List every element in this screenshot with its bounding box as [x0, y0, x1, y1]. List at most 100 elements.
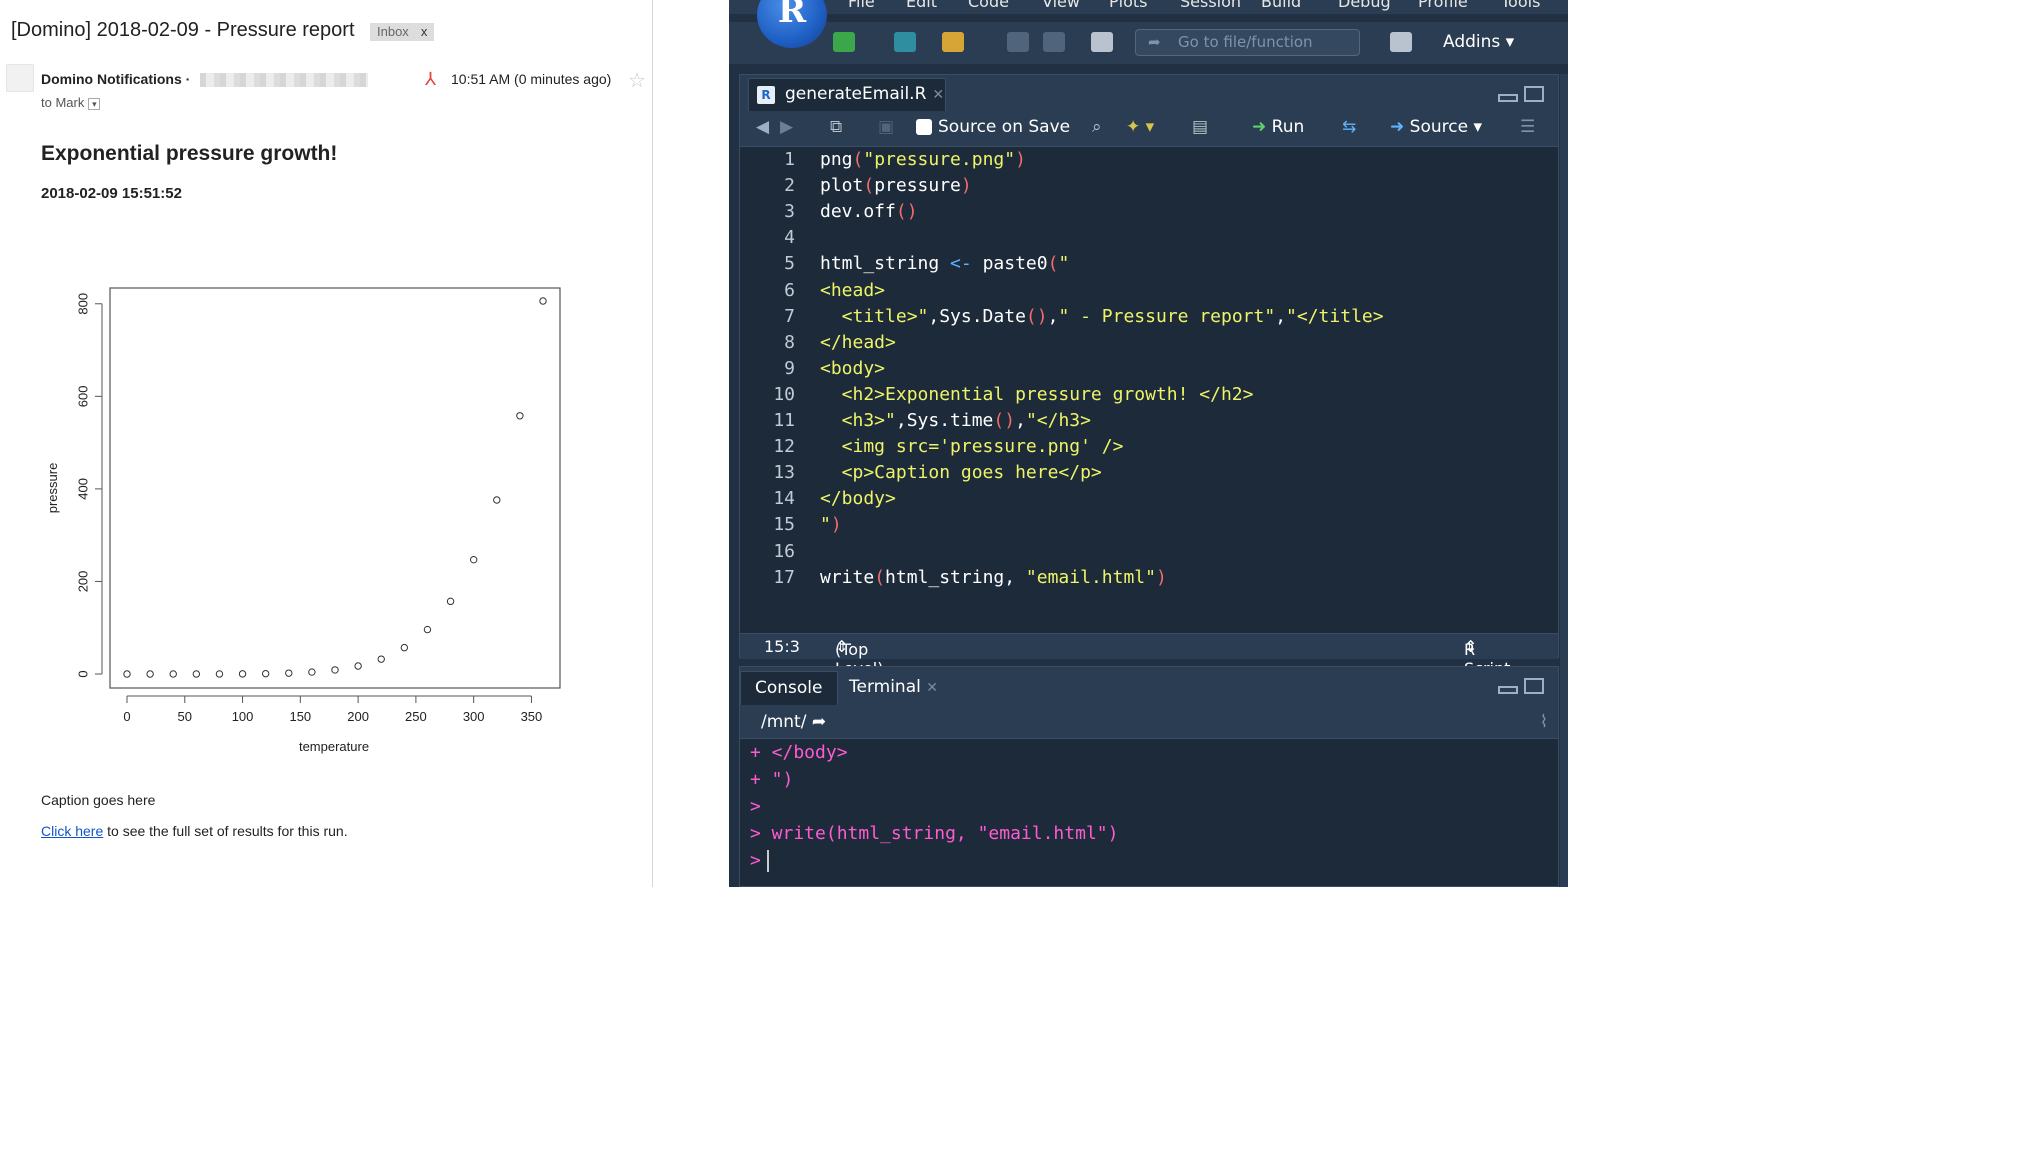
print-icon[interactable] [1091, 32, 1113, 52]
data-point [469, 555, 478, 564]
code-token: , [1275, 305, 1287, 327]
line-number: 7 [784, 305, 795, 327]
data-point [423, 625, 432, 634]
menu-file[interactable]: File [848, 0, 875, 11]
line-number: 1 [784, 149, 795, 170]
back-arrow-icon[interactable]: ◀ [756, 117, 769, 137]
code-line: </body> [820, 488, 896, 509]
data-point [493, 496, 501, 504]
maximize-icon[interactable] [1524, 86, 1544, 102]
x-tick-label: 0 [123, 709, 130, 724]
code-line: <img src='pressure.png' /> [820, 436, 1124, 458]
open-file-icon[interactable] [942, 32, 964, 52]
results-link[interactable]: Click here [41, 823, 103, 839]
code-token: <h2>Exponential pressure growth! </h2> [820, 383, 1254, 405]
clear-console-broom-icon[interactable]: ⌇ [1540, 705, 1548, 739]
line-number: 10 [773, 383, 795, 405]
code-token: dev.off [820, 201, 896, 223]
file-type-dropdown[interactable]: R Script ⇕ [1464, 637, 1510, 678]
code-token: <head> [820, 279, 886, 301]
source-button[interactable]: ➜ Source ▾ [1390, 117, 1482, 137]
new-project-icon[interactable] [894, 32, 916, 52]
show-in-window-icon[interactable]: ⧉ [830, 117, 842, 137]
minimize-icon[interactable] [1498, 686, 1518, 694]
code-token: ( [1047, 253, 1059, 275]
scope-dropdown[interactable]: (Top Level) ⇕ [835, 637, 883, 678]
menu-session[interactable]: Session [1180, 0, 1241, 11]
code-token: ,Sys.time [895, 410, 994, 431]
code-tools-wand-icon[interactable]: ✦ ▾ [1126, 117, 1154, 137]
inbox-label[interactable]: Inbox x [370, 23, 435, 41]
results-link-line: Click here to see the full set of result… [41, 823, 348, 839]
y-tick-label: 200 [75, 571, 90, 593]
search-icon[interactable]: ⌕ [1092, 117, 1102, 137]
r-file-icon: R [757, 86, 775, 104]
remove-label-button[interactable]: x [421, 24, 428, 39]
code-token: pressure [874, 175, 961, 197]
menu-edit[interactable]: Edit [906, 0, 937, 11]
save-icon[interactable] [1007, 32, 1029, 52]
code-line: ") [820, 514, 842, 535]
menu-bar: File Edit Code View Plots Session Build … [729, 0, 1568, 14]
menu-view[interactable]: View [1042, 0, 1080, 11]
goto-arrow-icon: ➦ [1148, 33, 1161, 51]
line-number: 12 [773, 436, 795, 458]
tab-terminal[interactable]: Terminal ✕ [835, 671, 952, 705]
outline-icon[interactable]: ☰ [1520, 117, 1535, 137]
console-line: > [750, 796, 761, 817]
maximize-icon[interactable] [1524, 678, 1544, 694]
menu-plots[interactable]: Plots [1109, 0, 1148, 11]
source-label: Source [1409, 117, 1469, 137]
console-line: + </body> [750, 742, 848, 763]
source-on-save-label: Source on Save [938, 117, 1071, 137]
code-token: , [1015, 410, 1026, 431]
source-on-save-checkbox[interactable] [916, 119, 932, 135]
forward-arrow-icon[interactable]: ▶ [780, 117, 793, 137]
code-token: <img src='pressure.png' /> [820, 436, 1124, 458]
star-icon[interactable]: ☆ [628, 68, 646, 93]
menu-code[interactable]: Code [968, 0, 1009, 11]
rerun-icon[interactable]: ⇆ [1342, 117, 1356, 137]
addins-dropdown[interactable]: Addins ▾ [1443, 32, 1514, 52]
code-line: html_string <- paste0(" [820, 253, 1069, 274]
goto-dir-icon[interactable]: ➦ [812, 712, 826, 732]
code-line: png("pressure.png") [820, 149, 1026, 170]
save-file-icon[interactable]: ▣ [878, 117, 894, 137]
pane-layout-icon[interactable] [1390, 32, 1412, 52]
goto-placeholder: Go to file/function [1178, 33, 1313, 51]
email-timestamp: 2018-02-09 15:51:52 [41, 185, 182, 202]
close-icon[interactable]: ✕ [926, 680, 938, 696]
code-token: ) [960, 175, 972, 197]
run-button[interactable]: ➜ Run [1252, 117, 1304, 137]
code-token: " [1058, 253, 1070, 275]
code-line: dev.off() [820, 201, 918, 222]
chevron-down-icon[interactable]: ▾ [88, 97, 101, 110]
code-line: <h2>Exponential pressure growth! </h2> [820, 383, 1254, 405]
pdf-attachment-icon[interactable]: ⅄ [425, 70, 443, 88]
save-all-icon[interactable] [1043, 32, 1065, 52]
code-token: <- [950, 253, 972, 275]
menu-debug[interactable]: Debug [1338, 0, 1391, 11]
code-token: ( [852, 149, 864, 170]
menu-build[interactable]: Build [1261, 0, 1301, 11]
new-file-icon[interactable] [833, 32, 855, 52]
menu-tools[interactable]: Tools [1501, 0, 1540, 11]
code-token: write [820, 566, 875, 588]
line-number: 13 [773, 462, 795, 484]
sender-name[interactable]: Domino Notifications · [41, 71, 190, 87]
code-line: <title>",Sys.Date()," - Pressure report"… [820, 306, 1384, 327]
code-area[interactable]: 1 png("pressure.png") 2 plot(pressure) 3 dev.… [740, 147, 1558, 635]
code-token: ) [830, 514, 842, 536]
scrollbar[interactable] [1560, 74, 1568, 887]
menu-profile[interactable]: Profile [1418, 0, 1468, 11]
pressure-plot: 0 50 100 150 200 250 300 350 0 200 400 600 800 tempe… [45, 287, 561, 754]
compile-report-icon[interactable]: ▤ [1192, 117, 1208, 137]
minimize-icon[interactable] [1498, 94, 1518, 102]
goto-file-input[interactable]: ➦ Go to file/function [1135, 29, 1360, 56]
tab-generate-email[interactable]: R generateEmail.R ✕ [748, 78, 946, 111]
redacted-email-address [200, 73, 368, 87]
code-token: png [820, 149, 853, 170]
tab-console[interactable]: Console [740, 671, 838, 705]
close-icon[interactable]: ✕ [932, 87, 944, 103]
terminal-label: Terminal [849, 677, 921, 697]
